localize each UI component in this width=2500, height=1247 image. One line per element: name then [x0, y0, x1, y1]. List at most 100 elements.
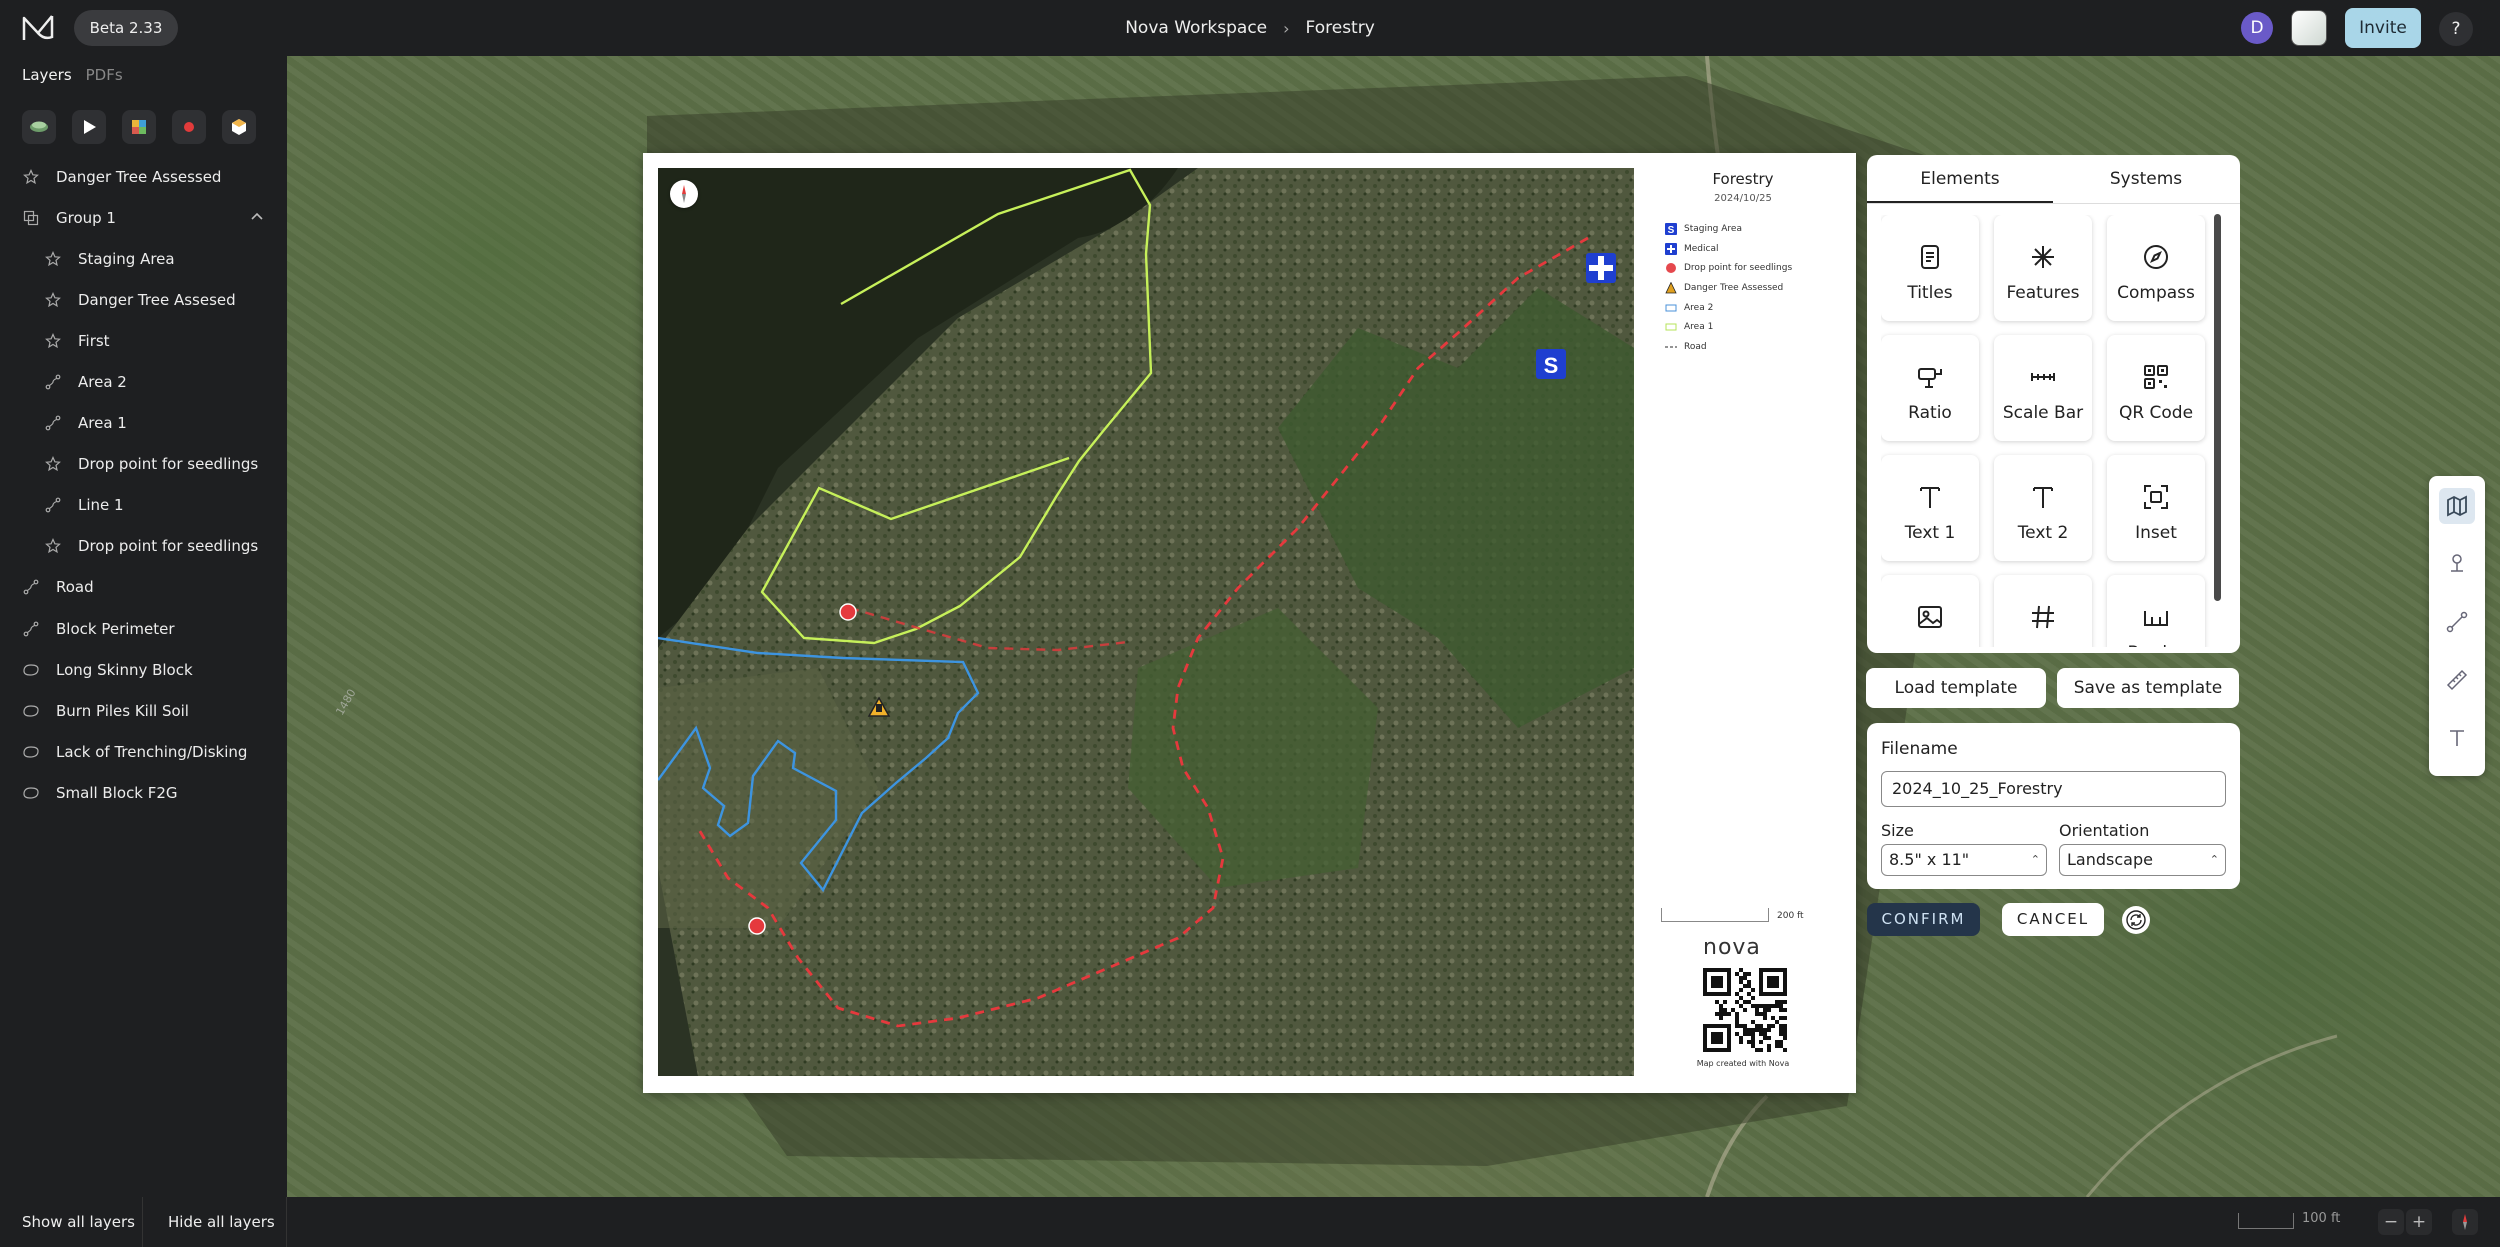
area-icon: [1665, 321, 1677, 333]
help-button[interactable]: ?: [2439, 12, 2473, 46]
measure-tool-button[interactable]: [2439, 662, 2475, 698]
tab-layers[interactable]: Layers: [22, 66, 72, 84]
tab-systems[interactable]: Systems: [2053, 155, 2239, 203]
layers-filter-button[interactable]: [22, 110, 56, 144]
route-tool-button[interactable]: [2439, 604, 2475, 640]
layer-label: Staging Area: [78, 249, 175, 268]
layer-item[interactable]: Block Perimeter: [0, 608, 287, 649]
layer-item[interactable]: Line 1: [0, 485, 287, 526]
layer-item[interactable]: Area 2: [0, 361, 287, 402]
layer-item[interactable]: First: [0, 320, 287, 361]
element-card-inset[interactable]: Inset: [2107, 455, 2205, 561]
play-icon: [84, 120, 96, 134]
star-icon: [44, 291, 62, 309]
element-card-qr-code[interactable]: QR Code: [2107, 335, 2205, 441]
elements-grid: Titles Features Compass Ratio Scale Bar QR Co…: [1881, 215, 2221, 647]
cancel-button[interactable]: CANCEL: [2002, 903, 2104, 936]
image-filter-button[interactable]: [122, 110, 156, 144]
medical-icon: [1665, 242, 1677, 255]
reset-button[interactable]: [2122, 906, 2150, 934]
hide-all-layers-button[interactable]: Hide all layers: [168, 1197, 275, 1247]
recording-filter-button[interactable]: [172, 110, 206, 144]
legend-label: Road: [1684, 341, 1707, 352]
scale-bar[interactable]: [1661, 908, 1769, 922]
element-card-label: Border: [2107, 643, 2205, 647]
inset-icon: [2142, 483, 2170, 511]
layer-item[interactable]: Drop point for seedlings: [0, 444, 287, 485]
top-bar: Beta 2.33 Nova Workspace › Forestry D In…: [0, 0, 2500, 56]
element-card-grid[interactable]: [1994, 575, 2092, 647]
layers-sidebar: Layers PDFs Danger Tree Assessed Group 1 S…: [0, 56, 287, 1197]
element-card-features[interactable]: Features: [1994, 215, 2092, 321]
north-arrow-button[interactable]: [2452, 1209, 2478, 1235]
star-icon: [44, 332, 62, 350]
map-style-swatch[interactable]: [2291, 10, 2327, 46]
confirm-button[interactable]: CONFIRM: [1867, 903, 1980, 936]
elements-panel-tabs: Elements Systems: [1867, 155, 2240, 203]
show-all-layers-button[interactable]: Show all layers: [22, 1197, 135, 1247]
layer-item[interactable]: Long Skinny Block: [0, 649, 287, 690]
print-map-frame[interactable]: S: [658, 168, 1634, 1076]
layer-item[interactable]: Lack of Trenching/Disking: [0, 731, 287, 772]
layer-label: Area 2: [78, 373, 127, 392]
breadcrumb-project[interactable]: Forestry: [1306, 18, 1375, 38]
layer-item[interactable]: Group 1: [0, 197, 287, 238]
element-card-border[interactable]: Border: [2107, 575, 2205, 647]
version-badge[interactable]: Beta 2.33: [74, 10, 178, 46]
breadcrumb: Nova Workspace › Forestry: [1100, 0, 1400, 56]
save-template-button[interactable]: Save as template: [2057, 668, 2239, 708]
text-tool-button[interactable]: [2439, 720, 2475, 756]
breadcrumb-workspace[interactable]: Nova Workspace: [1125, 18, 1267, 38]
map-tool-button[interactable]: [2439, 488, 2475, 524]
polygon-icon: [22, 743, 40, 761]
filename-input[interactable]: 2024_10_25_Forestry: [1881, 771, 2226, 807]
element-card-scale-bar[interactable]: Scale Bar: [1994, 335, 2092, 441]
avatar[interactable]: D: [2241, 12, 2273, 44]
layer-item[interactable]: Road: [0, 567, 287, 608]
model-filter-button[interactable]: [222, 110, 256, 144]
layer-list: Danger Tree Assessed Group 1 Staging Area D…: [0, 156, 287, 814]
elements-scrollbar[interactable]: [2214, 214, 2221, 601]
map-date[interactable]: 2024/10/25: [1643, 193, 1843, 204]
size-select[interactable]: 8.5" x 11" ⌃: [1881, 844, 2047, 876]
video-filter-button[interactable]: [72, 110, 106, 144]
qr-code-image[interactable]: [1703, 968, 1787, 1052]
element-card-compass[interactable]: Compass: [2107, 215, 2205, 321]
element-card-text-2[interactable]: Text 2: [1994, 455, 2092, 561]
dot-icon: [1665, 262, 1677, 274]
layer-item[interactable]: Staging Area: [0, 238, 287, 279]
layer-item[interactable]: Small Block F2G: [0, 772, 287, 813]
layer-item[interactable]: Area 1: [0, 403, 287, 444]
orientation-label: Orientation: [2059, 821, 2150, 840]
nova-logo-icon[interactable]: [22, 13, 56, 43]
zoom-out-button[interactable]: −: [2378, 1209, 2404, 1235]
line-icon: [22, 620, 40, 638]
orientation-select[interactable]: Landscape ⌃: [2059, 844, 2226, 876]
legend-label: Area 1: [1684, 322, 1714, 333]
pin-tool-button[interactable]: [2439, 546, 2475, 582]
element-card-text-1[interactable]: Text 1: [1881, 455, 1979, 561]
element-card-label: Compass: [2117, 283, 2195, 303]
layer-item[interactable]: Burn Piles Kill Soil: [0, 690, 287, 731]
svg-text:S: S: [1668, 225, 1675, 235]
element-card-titles[interactable]: Titles: [1881, 215, 1979, 321]
element-card-image[interactable]: [1881, 575, 1979, 647]
map-scale-label: 100 ft: [2302, 1211, 2341, 1226]
element-card-label: Text 1: [1904, 523, 1956, 543]
layer-item[interactable]: Danger Tree Assesed: [0, 279, 287, 320]
layer-item[interactable]: Danger Tree Assessed: [0, 156, 287, 197]
map-title[interactable]: Forestry: [1643, 170, 1843, 188]
tab-pdfs[interactable]: PDFs: [86, 66, 123, 84]
layer-item[interactable]: Drop point for seedlings: [0, 526, 287, 567]
element-card-label: Ratio: [1908, 403, 1952, 423]
chevron-up-icon[interactable]: [249, 209, 265, 229]
element-card-ratio[interactable]: Ratio: [1881, 335, 1979, 441]
map-legend[interactable]: Forestry 2024/10/25 S Staging Area Medical…: [1643, 153, 1856, 1093]
invite-button[interactable]: Invite: [2345, 8, 2421, 48]
load-template-button[interactable]: Load template: [1866, 668, 2046, 708]
polygon-icon: [22, 784, 40, 802]
zoom-in-button[interactable]: +: [2406, 1209, 2432, 1235]
route-icon: [2446, 611, 2468, 633]
compass-element[interactable]: [670, 180, 698, 208]
tab-elements[interactable]: Elements: [1867, 155, 2053, 203]
